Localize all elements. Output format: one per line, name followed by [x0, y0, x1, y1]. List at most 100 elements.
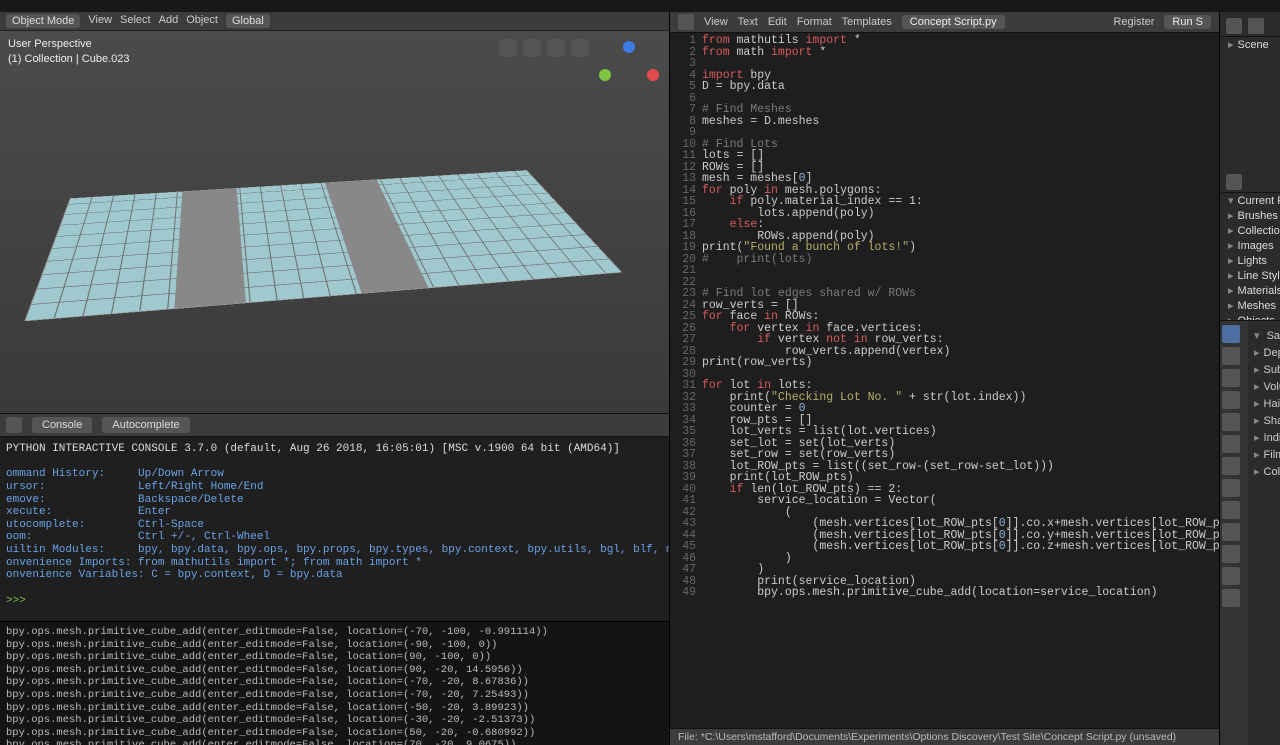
ed-view-menu[interactable]: View	[704, 16, 728, 28]
material-tab-icon[interactable]	[1222, 567, 1240, 585]
chevron-right-icon: ▸	[1254, 364, 1260, 376]
outliner-item[interactable]: ▸Objects	[1222, 313, 1280, 321]
text-editor-header[interactable]: View Text Edit Format Templates Concept …	[670, 12, 1219, 33]
outliner-item[interactable]: ▸Line Styles	[1222, 268, 1280, 283]
ed-templates-menu[interactable]: Templates	[842, 16, 892, 28]
zoom-icon[interactable]	[571, 39, 589, 57]
view-label: User Perspective	[8, 37, 129, 52]
prop-panel[interactable]: ▸Hair	[1252, 395, 1280, 412]
outliner-item[interactable]: ▸Images	[1222, 238, 1280, 253]
outliner-header[interactable]	[1222, 16, 1280, 37]
constraint-tab-icon[interactable]	[1222, 523, 1240, 541]
viewport-info: User Perspective (1) Collection | Cube.0…	[8, 37, 129, 68]
console-editor-icon[interactable]	[6, 417, 22, 433]
chevron-right-icon: ▸	[1254, 347, 1260, 359]
object-menu[interactable]: Object	[186, 14, 218, 28]
object-tab-icon[interactable]	[1222, 435, 1240, 453]
ed-edit-menu[interactable]: Edit	[768, 16, 787, 28]
particle-tab-icon[interactable]	[1222, 479, 1240, 497]
data-tab-icon[interactable]	[1222, 545, 1240, 563]
texture-tab-icon[interactable]	[1222, 589, 1240, 607]
ed-format-menu[interactable]: Format	[797, 16, 832, 28]
properties-editor[interactable]: ▾ Sampling ▸Depth of Field▸Subsurface▸Vo…	[1220, 321, 1280, 745]
prop-panel[interactable]: ▸Volume	[1252, 378, 1280, 395]
outliner-item[interactable]: ▸Collections	[1222, 223, 1280, 238]
chevron-right-icon: ▸	[1228, 269, 1234, 282]
scene-tab-icon[interactable]	[1222, 391, 1240, 409]
chevron-right-icon: ▸	[1254, 466, 1260, 478]
console-header[interactable]: Console Autocomplete	[0, 414, 669, 437]
select-menu[interactable]: Select	[120, 14, 151, 28]
prop-panel[interactable]: ▸Depth of Field	[1252, 344, 1280, 361]
chevron-right-icon: ▸	[1254, 415, 1260, 427]
info-report: bpy.ops.mesh.primitive_cube_add(enter_ed…	[0, 621, 669, 745]
chevron-right-icon: ▸	[1254, 432, 1260, 444]
active-object-label: (1) Collection | Cube.023	[8, 52, 129, 67]
scene-row[interactable]: ▸ Scene	[1222, 37, 1280, 52]
prop-panel[interactable]: ▾ Sampling	[1252, 327, 1280, 344]
line-gutter: 1 2 3 4 5 6 7 8 9 10 11 12 13 14 15 16 1…	[670, 35, 702, 728]
chevron-right-icon: ▸	[1254, 398, 1260, 410]
mesh-object[interactable]	[24, 170, 622, 321]
prop-panel[interactable]: ▸Film	[1252, 446, 1280, 463]
chevron-right-icon: ▸	[1228, 38, 1234, 51]
outliner-editor-icon[interactable]	[1226, 174, 1242, 190]
modifier-tab-icon[interactable]	[1222, 457, 1240, 475]
3d-viewport[interactable]: User Perspective (1) Collection | Cube.0…	[0, 31, 669, 414]
viewport-header[interactable]: Object Mode View Select Add Object Globa…	[0, 12, 669, 31]
chevron-down-icon: ▾	[1228, 194, 1234, 207]
camera-view-icon[interactable]	[499, 39, 517, 57]
world-tab-icon[interactable]	[1222, 413, 1240, 431]
python-console[interactable]: PYTHON INTERACTIVE CONSOLE 3.7.0 (defaul…	[0, 437, 669, 621]
perspective-icon[interactable]	[523, 39, 541, 57]
outliner-item[interactable]: ▸Lights	[1222, 253, 1280, 268]
run-script-button[interactable]: Run S	[1164, 15, 1211, 29]
chevron-right-icon: ▸	[1254, 381, 1260, 393]
chevron-right-icon: ▸	[1228, 254, 1234, 267]
current-file-row[interactable]: ▾ Current File	[1222, 193, 1280, 208]
axis-y-icon[interactable]	[599, 69, 611, 81]
add-menu[interactable]: Add	[159, 14, 179, 28]
outliner-editor-icon[interactable]	[1226, 18, 1242, 34]
chevron-right-icon: ▸	[1228, 299, 1234, 312]
output-tab-icon[interactable]	[1222, 347, 1240, 365]
viewport-toolbar[interactable]	[499, 39, 589, 57]
ed-text-menu[interactable]: Text	[738, 16, 758, 28]
code-area[interactable]: 1 2 3 4 5 6 7 8 9 10 11 12 13 14 15 16 1…	[670, 33, 1219, 728]
text-editor-icon[interactable]	[678, 14, 694, 30]
chevron-right-icon: ▸	[1228, 284, 1234, 297]
axis-x-icon[interactable]	[647, 69, 659, 81]
prop-panel[interactable]: ▸Subsurface	[1252, 361, 1280, 378]
chevron-right-icon: ▸	[1254, 449, 1260, 461]
outliner-item[interactable]: ▸Materials	[1222, 283, 1280, 298]
chevron-right-icon: ▸	[1228, 239, 1234, 252]
orientation-selector[interactable]: Global	[226, 14, 270, 28]
chevron-right-icon: ▸	[1228, 314, 1234, 321]
filter-icon[interactable]	[1248, 18, 1264, 34]
render-tab-icon[interactable]	[1222, 325, 1240, 343]
prop-panel[interactable]: ▸Indirect Lighting	[1252, 429, 1280, 446]
console-button[interactable]: Console	[32, 417, 92, 433]
outliner-item[interactable]: ▸Brushes	[1222, 208, 1280, 223]
register-toggle[interactable]: Register	[1113, 16, 1154, 28]
outliner[interactable]: ▸ Scene ▾ Current File ▸Brushes▸Collecti…	[1220, 12, 1280, 321]
outliner-header-2[interactable]	[1222, 172, 1280, 193]
editor-footer: File: *C:\Users\mstafford\Documents\Expe…	[670, 728, 1219, 745]
chevron-down-icon: ▾	[1254, 330, 1260, 342]
nav-gizmo[interactable]	[599, 41, 659, 101]
file-name-field[interactable]: Concept Script.py	[902, 15, 1005, 29]
chevron-right-icon: ▸	[1228, 209, 1234, 222]
axis-z-icon[interactable]	[623, 41, 635, 53]
viewlayer-tab-icon[interactable]	[1222, 369, 1240, 387]
mode-selector[interactable]: Object Mode	[6, 14, 80, 28]
prop-panel[interactable]: ▸Shadows	[1252, 412, 1280, 429]
view-menu[interactable]: View	[88, 14, 112, 28]
chevron-right-icon: ▸	[1228, 224, 1234, 237]
autocomplete-button[interactable]: Autocomplete	[102, 417, 189, 433]
code-source[interactable]: from mathutils import * from math import…	[702, 35, 1219, 728]
physics-tab-icon[interactable]	[1222, 501, 1240, 519]
prop-panel[interactable]: ▸Color	[1252, 463, 1280, 480]
pan-icon[interactable]	[547, 39, 565, 57]
properties-tabs[interactable]	[1220, 321, 1248, 745]
outliner-item[interactable]: ▸Meshes	[1222, 298, 1280, 313]
